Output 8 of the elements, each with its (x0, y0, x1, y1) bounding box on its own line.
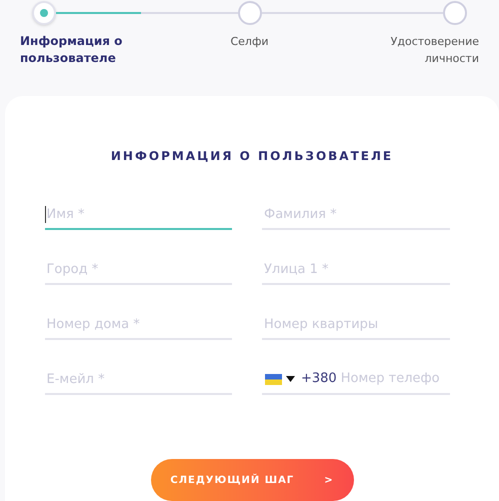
step-label[interactable]: Информация о пользователе (20, 33, 140, 67)
step-label[interactable]: Селфи (194, 33, 304, 50)
flag-icon (265, 374, 282, 384)
step-label[interactable]: Удостоверение личности (369, 33, 479, 67)
form-title: ИНФОРМАЦИЯ О ПОЛЬЗОВАТЕЛЕ (110, 148, 394, 165)
caret-icon[interactable] (286, 376, 295, 382)
country-code: +380 (301, 370, 337, 388)
text-cursor (44, 206, 46, 223)
